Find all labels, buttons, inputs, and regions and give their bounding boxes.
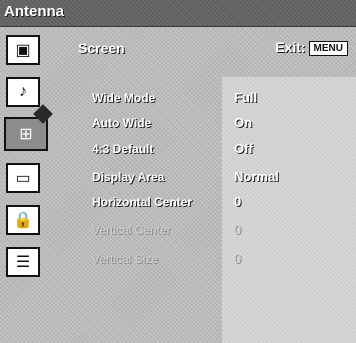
row-label: Vertical Size (92, 252, 159, 266)
picture-icon[interactable]: ▣ (6, 35, 40, 65)
menu-title: Screen (78, 40, 125, 56)
menu-row-vertical-size: Vertical Size 0 (0, 250, 356, 272)
row-label: Auto Wide (92, 116, 152, 130)
row-label: Vertical Center (92, 223, 171, 237)
row-value[interactable]: On (234, 115, 252, 130)
row-value: 0 (234, 251, 242, 266)
input-source-title: Antenna (4, 3, 64, 20)
menu-key-icon[interactable]: MENU (308, 40, 348, 56)
row-value: 0 (234, 222, 242, 237)
row-label: Wide Mode (92, 91, 156, 105)
menu-row-display-area[interactable]: Display Area Normal (0, 168, 356, 190)
top-bar: Antenna (0, 0, 356, 27)
row-value[interactable]: Off (234, 141, 253, 156)
menu-row-horizontal-center[interactable]: Horizontal Center 0 (0, 193, 356, 215)
row-value[interactable]: Full (234, 90, 257, 105)
menu-row-auto-wide[interactable]: Auto Wide On (0, 114, 356, 136)
exit-label: Exit: (275, 39, 306, 55)
exit-hint: Exit: MENU (275, 39, 348, 56)
row-label: 4:3 Default (92, 142, 154, 156)
row-value[interactable]: Normal (234, 169, 279, 184)
menu-row-vertical-center: Vertical Center 0 (0, 221, 356, 243)
menu-row-wide-mode[interactable]: Wide Mode Full (0, 89, 356, 111)
menu-row-4-3-default[interactable]: 4:3 Default Off (0, 140, 356, 162)
row-label: Horizontal Center (92, 195, 193, 209)
tv-menu-screen: Antenna ▣ ♪ ⊞ ▭ 🔒 ☰ Screen Exit: MENU Wid… (0, 0, 356, 343)
row-value[interactable]: 0 (234, 194, 241, 209)
row-label: Display Area (92, 170, 165, 184)
